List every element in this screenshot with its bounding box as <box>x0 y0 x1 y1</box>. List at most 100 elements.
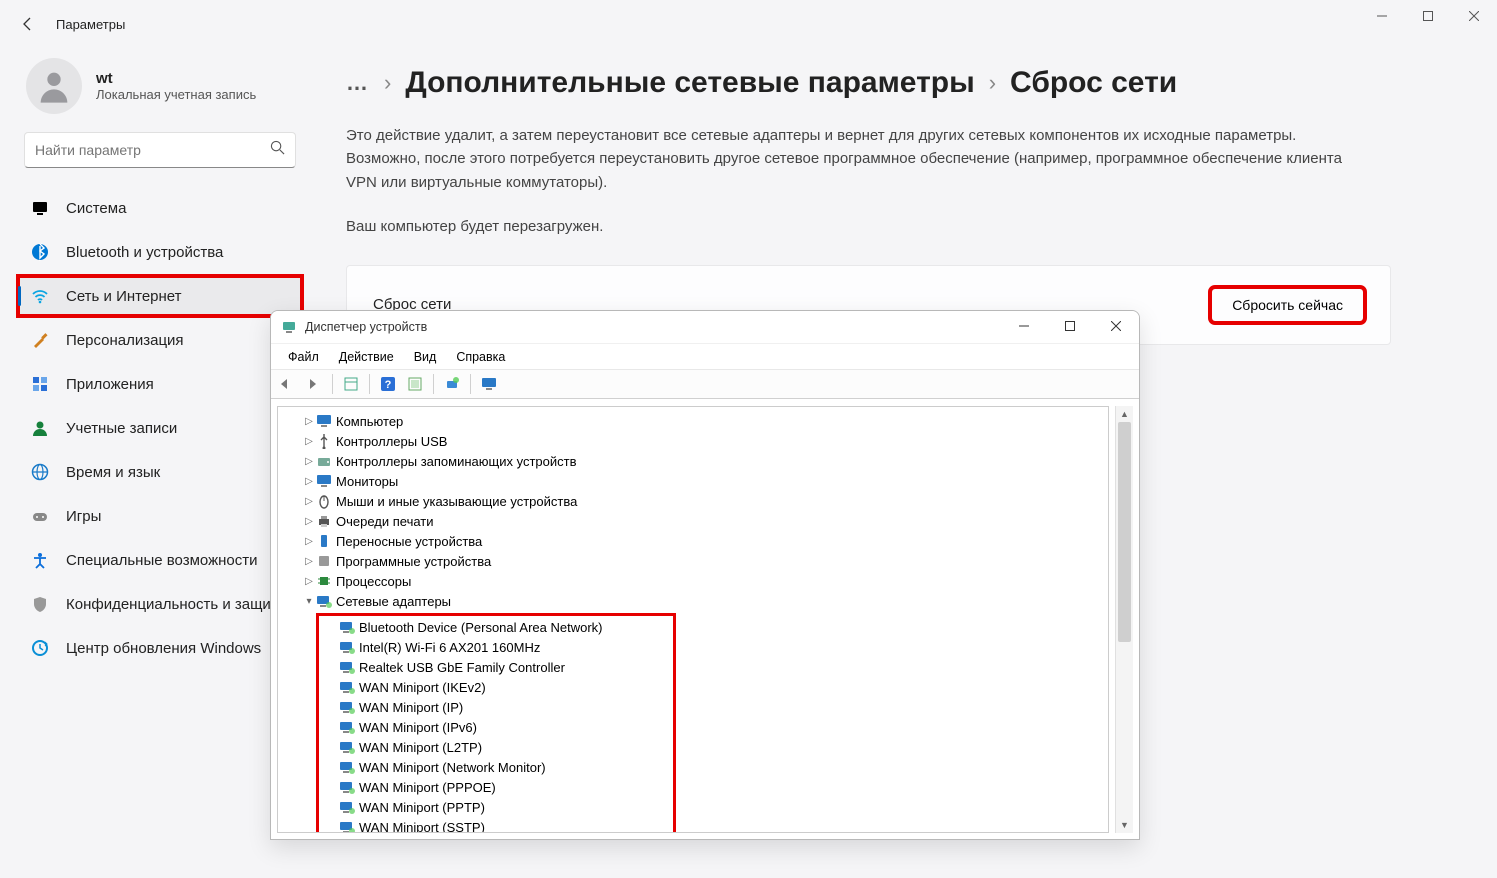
devmgr-title: Диспетчер устройств <box>305 320 427 334</box>
chevron-right-icon[interactable]: ▷ <box>302 536 316 547</box>
toolbar-forward-icon[interactable] <box>302 372 326 396</box>
tree-adapter-0[interactable]: Bluetooth Device (Personal Area Network) <box>319 617 673 637</box>
shield-icon <box>30 594 50 614</box>
tree-label: Intel(R) Wi-Fi 6 AX201 160MHz <box>359 640 540 655</box>
chevron-right-icon[interactable]: ▷ <box>302 416 316 427</box>
devmgr-menu-0[interactable]: Файл <box>279 347 328 367</box>
nav-item-6[interactable]: Время и язык <box>18 452 302 492</box>
breadcrumb-more[interactable]: … <box>346 70 370 96</box>
back-button[interactable] <box>8 4 48 44</box>
device-tree[interactable]: ▷Компьютер▷Контроллеры USB▷Контроллеры з… <box>277 406 1109 833</box>
chevron-right-icon: › <box>384 70 391 96</box>
devmgr-maximize-button[interactable] <box>1047 311 1093 341</box>
device-category-icon <box>316 433 332 449</box>
chevron-right-icon[interactable]: ▷ <box>302 516 316 527</box>
nav-item-8[interactable]: Специальные возможности <box>18 540 302 580</box>
tree-adapter-6[interactable]: WAN Miniport (L2TP) <box>319 737 673 757</box>
breadcrumb-current: Сброс сети <box>1010 66 1177 100</box>
nav-label: Учетные записи <box>66 420 177 437</box>
toolbar-scan-icon[interactable] <box>440 372 464 396</box>
nav-label: Персонализация <box>66 332 184 349</box>
devmgr-menu-2[interactable]: Вид <box>405 347 446 367</box>
devmgr-menu-1[interactable]: Действие <box>330 347 403 367</box>
tree-label: Мониторы <box>336 474 398 489</box>
chevron-right-icon[interactable]: ▷ <box>302 496 316 507</box>
devmgr-scrollbar[interactable]: ▲ ▼ <box>1115 406 1133 833</box>
nav-item-3[interactable]: Персонализация <box>18 320 302 360</box>
tree-label: Контроллеры запоминающих устройств <box>336 454 576 469</box>
scroll-thumb[interactable] <box>1118 422 1131 642</box>
tree-adapter-4[interactable]: WAN Miniport (IP) <box>319 697 673 717</box>
tree-label: Bluetooth Device (Personal Area Network) <box>359 620 603 635</box>
search-box[interactable] <box>24 132 296 168</box>
tree-category-4[interactable]: ▷Мыши и иные указывающие устройства <box>278 491 1108 511</box>
tree-label: Сетевые адаптеры <box>336 594 451 609</box>
nav-item-10[interactable]: Центр обновления Windows <box>18 628 302 668</box>
tree-adapter-7[interactable]: WAN Miniport (Network Monitor) <box>319 757 673 777</box>
profile-block[interactable]: wt Локальная учетная запись <box>18 58 302 114</box>
network-adapter-icon <box>339 799 355 815</box>
nav-label: Специальные возможности <box>66 552 258 569</box>
chevron-down-icon[interactable]: ▾ <box>302 596 316 607</box>
nav-item-0[interactable]: Система <box>18 188 302 228</box>
chevron-right-icon[interactable]: ▷ <box>302 556 316 567</box>
toolbar-help-icon[interactable]: ? <box>376 372 400 396</box>
nav-item-2[interactable]: Сеть и Интернет <box>18 276 302 316</box>
chevron-right-icon[interactable]: ▷ <box>302 476 316 487</box>
device-category-icon <box>316 593 332 609</box>
tree-category-0[interactable]: ▷ Компьютер <box>278 411 1108 431</box>
breadcrumb-parent[interactable]: Дополнительные сетевые параметры <box>405 66 974 100</box>
toolbar-back-icon[interactable] <box>275 372 299 396</box>
tree-label: WAN Miniport (L2TP) <box>359 740 482 755</box>
tree-category-3[interactable]: ▷ Мониторы <box>278 471 1108 491</box>
description-text: Это действие удалит, а затем переустанов… <box>346 124 1361 194</box>
tree-category-2[interactable]: ▷ Контроллеры запоминающих устройств <box>278 451 1108 471</box>
network-adapter-icon <box>339 779 355 795</box>
nav-item-9[interactable]: Конфиденциальность и защита <box>18 584 302 624</box>
nav-item-7[interactable]: Игры <box>18 496 302 536</box>
scroll-down-icon[interactable]: ▼ <box>1116 817 1133 833</box>
reset-now-button[interactable]: Сбросить сейчас <box>1211 288 1364 322</box>
chevron-right-icon[interactable]: ▷ <box>302 436 316 447</box>
devmgr-close-button[interactable] <box>1093 311 1139 341</box>
tree-adapter-8[interactable]: WAN Miniport (PPPOE) <box>319 777 673 797</box>
close-button[interactable] <box>1451 0 1497 32</box>
scroll-up-icon[interactable]: ▲ <box>1116 406 1133 422</box>
chevron-right-icon[interactable]: ▷ <box>302 576 316 587</box>
device-category-icon <box>316 513 332 529</box>
minimize-button[interactable] <box>1359 0 1405 32</box>
nav-item-4[interactable]: Приложения <box>18 364 302 404</box>
devmgr-minimize-button[interactable] <box>1001 311 1047 341</box>
chevron-right-icon[interactable]: ▷ <box>302 456 316 467</box>
apps-icon <box>30 374 50 394</box>
tree-category-1[interactable]: ▷Контроллеры USB <box>278 431 1108 451</box>
tree-category-network-adapters[interactable]: ▾ Сетевые адаптеры <box>278 591 1108 611</box>
toolbar-view-icon[interactable] <box>403 372 427 396</box>
tree-adapter-1[interactable]: Intel(R) Wi-Fi 6 AX201 160MHz <box>319 637 673 657</box>
tree-adapter-2[interactable]: Realtek USB GbE Family Controller <box>319 657 673 677</box>
nav-list: СистемаBluetooth и устройства Сеть и Инте… <box>18 188 302 668</box>
tree-category-8[interactable]: ▷Процессоры <box>278 571 1108 591</box>
tree-label: Компьютер <box>336 414 403 429</box>
nav-item-5[interactable]: Учетные записи <box>18 408 302 448</box>
tree-adapter-5[interactable]: WAN Miniport (IPv6) <box>319 717 673 737</box>
brush-icon <box>30 330 50 350</box>
search-input[interactable] <box>35 142 270 158</box>
tree-adapter-9[interactable]: WAN Miniport (PPTP) <box>319 797 673 817</box>
nav-item-1[interactable]: Bluetooth и устройства <box>18 232 302 272</box>
toolbar-monitor-icon[interactable] <box>477 372 501 396</box>
devmgr-menu-3[interactable]: Справка <box>447 347 514 367</box>
tree-adapter-3[interactable]: WAN Miniport (IKEv2) <box>319 677 673 697</box>
device-category-icon <box>316 533 332 549</box>
tree-adapter-10[interactable]: WAN Miniport (SSTP) <box>319 817 673 833</box>
profile-subtitle: Локальная учетная запись <box>96 87 256 102</box>
maximize-button[interactable] <box>1405 0 1451 32</box>
nav-label: Сеть и Интернет <box>66 288 182 305</box>
tree-label: Переносные устройства <box>336 534 482 549</box>
tree-category-5[interactable]: ▷Очереди печати <box>278 511 1108 531</box>
devmgr-app-icon <box>281 319 297 335</box>
tree-label: Программные устройства <box>336 554 491 569</box>
toolbar-properties-icon[interactable] <box>339 372 363 396</box>
tree-category-6[interactable]: ▷ Переносные устройства <box>278 531 1108 551</box>
tree-category-7[interactable]: ▷ Программные устройства <box>278 551 1108 571</box>
